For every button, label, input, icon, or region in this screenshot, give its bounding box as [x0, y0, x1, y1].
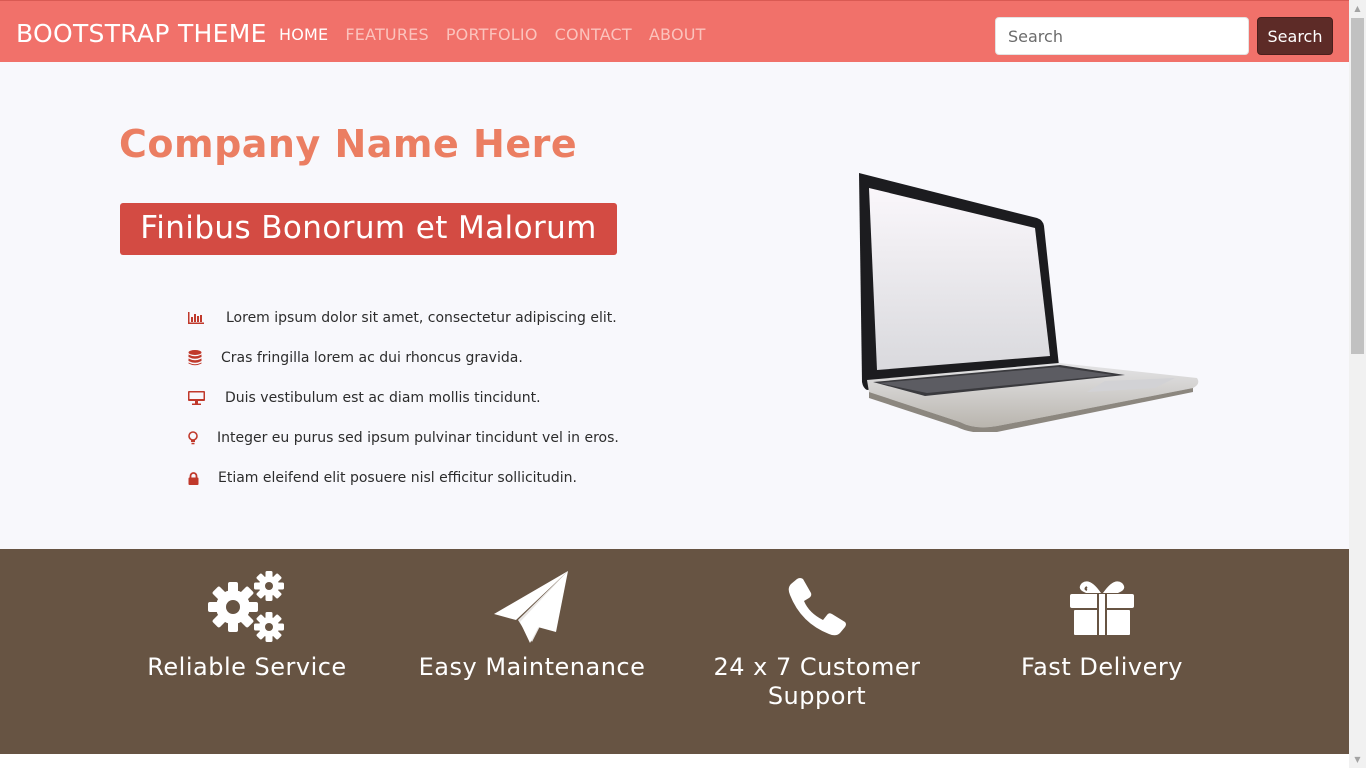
hero-banner: Finibus Bonorum et Malorum — [120, 203, 617, 255]
feature-text: Integer eu purus sed ipsum pulvinar tinc… — [217, 430, 619, 446]
bar-chart-icon — [188, 312, 226, 324]
page-scrollbar[interactable]: ▲ ▼ — [1349, 0, 1366, 768]
feature-text: Lorem ipsum dolor sit amet, consectetur … — [226, 310, 617, 326]
scrollbar-thumb[interactable] — [1351, 18, 1364, 354]
brand-logo[interactable]: BOOTSTRAP THEME — [16, 19, 267, 49]
services-section: Reliable Service Easy Maintenance 24 x 7… — [0, 549, 1349, 754]
feature-item: Cras fringilla lorem ac dui rhoncus grav… — [188, 338, 619, 378]
nav-about-link[interactable]: ABOUT — [649, 25, 706, 45]
nav-home-link[interactable]: HOME — [279, 25, 328, 45]
top-navbar: BOOTSTRAP THEME HOME FEATURES PORTFOLIO … — [0, 0, 1349, 62]
feature-item: Duis vestibulum est ac diam mollis tinci… — [188, 378, 619, 418]
service-item: Fast Delivery — [972, 567, 1232, 682]
feature-list: Lorem ipsum dolor sit amet, consectetur … — [188, 298, 619, 498]
nav-contact-link[interactable]: CONTACT — [555, 25, 632, 45]
lock-icon — [188, 471, 218, 485]
search-button[interactable]: Search — [1257, 17, 1333, 55]
service-item: 24 x 7 Customer Support — [687, 567, 947, 711]
paper-plane-icon — [402, 567, 662, 647]
nav-portfolio-link[interactable]: PORTFOLIO — [446, 25, 538, 45]
feature-text: Duis vestibulum est ac diam mollis tinci… — [225, 390, 541, 406]
service-label: Easy Maintenance — [418, 653, 646, 681]
service-label: Fast Delivery — [1021, 653, 1183, 681]
scroll-up-arrow-icon[interactable]: ▲ — [1349, 0, 1366, 17]
phone-icon — [687, 567, 947, 647]
search-input[interactable] — [995, 17, 1249, 55]
feature-text: Cras fringilla lorem ac dui rhoncus grav… — [221, 350, 523, 366]
gears-icon — [117, 567, 377, 647]
feature-item: Integer eu purus sed ipsum pulvinar tinc… — [188, 418, 619, 458]
service-item: Reliable Service — [117, 567, 377, 682]
service-label: Reliable Service — [147, 653, 347, 681]
feature-item: Lorem ipsum dolor sit amet, consectetur … — [188, 298, 619, 338]
company-name-heading: Company Name Here — [119, 122, 578, 166]
service-item: Easy Maintenance — [402, 567, 662, 682]
service-label: 24 x 7 Customer Support — [713, 653, 921, 710]
feature-item: Etiam eleifend elit posuere nisl efficit… — [188, 458, 619, 498]
nav-features-link[interactable]: FEATURES — [345, 25, 428, 45]
hero-section: Company Name Here Finibus Bonorum et Mal… — [0, 62, 1349, 549]
scroll-down-arrow-icon[interactable]: ▼ — [1349, 751, 1366, 768]
database-icon — [188, 350, 221, 366]
monitor-icon — [188, 391, 225, 405]
main-nav: HOME FEATURES PORTFOLIO CONTACT ABOUT — [279, 25, 706, 45]
laptop-image — [855, 170, 1205, 436]
lightbulb-icon — [188, 431, 217, 445]
gift-icon — [972, 567, 1232, 647]
feature-text: Etiam eleifend elit posuere nisl efficit… — [218, 470, 578, 486]
